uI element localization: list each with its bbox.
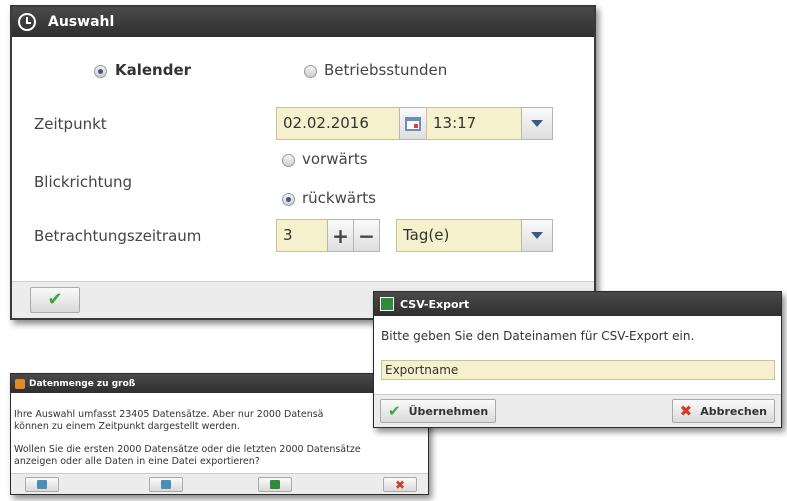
warning-icon — [15, 378, 25, 389]
chevron-down-icon — [531, 232, 543, 239]
checkmark-icon: ✔ — [388, 402, 401, 420]
ok-button[interactable]: ✔ — [30, 287, 80, 313]
excel-icon — [380, 297, 394, 311]
last-records-icon — [161, 480, 171, 489]
close-icon: ✖ — [679, 402, 693, 420]
datenmenge-footer: ✖ — [11, 473, 428, 494]
csv-title: CSV-Export — [400, 297, 470, 311]
label-kalender: Kalender — [115, 61, 192, 79]
csv-export-dialog: CSV-Export Bitte geben Sie den Dateiname… — [373, 291, 782, 428]
increment-button[interactable]: + — [327, 219, 354, 252]
csv-prompt: Bitte geben Sie den Dateinamen für CSV-E… — [381, 329, 695, 343]
first-records-icon — [37, 480, 47, 489]
label-vorwaerts: vorwärts — [302, 150, 368, 168]
message-line-2: können zu einem Zeitpunkt dargestellt we… — [14, 421, 240, 432]
auswahl-body: Kalender Betriebsstunden Zeitpunkt 02.02… — [12, 37, 594, 282]
time-input[interactable]: 13:17 — [426, 107, 522, 140]
clock-icon — [18, 13, 36, 31]
radio-rueckwaerts[interactable] — [282, 193, 295, 206]
cancel-button[interactable]: ✖ — [383, 477, 417, 492]
calendar-icon — [405, 116, 421, 131]
datenmenge-dialog: Datenmenge zu groß Ihre Auswahl umfasst … — [10, 373, 429, 495]
export-file-button[interactable] — [258, 477, 292, 492]
first-records-button[interactable] — [25, 477, 59, 492]
label-betriebsstunden: Betriebsstunden — [324, 61, 448, 79]
auswahl-titlebar[interactable]: Auswahl — [12, 7, 594, 37]
radio-vorwaerts[interactable] — [282, 154, 295, 167]
decrement-button[interactable]: − — [353, 219, 380, 252]
label-blickrichtung: Blickrichtung — [34, 173, 133, 191]
csv-titlebar[interactable]: CSV-Export — [374, 292, 781, 316]
unit-select[interactable]: Tag(e) — [396, 219, 522, 252]
excel-icon — [270, 480, 280, 489]
radio-betriebsstunden[interactable] — [304, 65, 317, 78]
zeitraum-input[interactable]: 3 — [276, 219, 328, 252]
last-records-button[interactable] — [149, 477, 183, 492]
close-icon: ✖ — [394, 477, 406, 492]
datenmenge-title: Datenmenge zu groß — [29, 378, 136, 389]
cancel-label: Abbrechen — [700, 404, 767, 418]
chevron-down-icon — [531, 120, 543, 127]
label-rueckwaerts: rückwärts — [302, 189, 376, 207]
csv-footer: ✔ Übernehmen ✖ Abbrechen — [374, 394, 781, 427]
apply-label: Übernehmen — [408, 404, 489, 418]
time-dropdown-button[interactable] — [521, 107, 553, 140]
auswahl-title: Auswahl — [48, 14, 115, 30]
radio-kalender[interactable] — [94, 65, 107, 78]
checkmark-icon: ✔ — [47, 289, 63, 310]
message-line-3: Wollen Sie die ersten 2000 Datensätze od… — [14, 444, 361, 455]
cancel-button[interactable]: ✖ Abbrechen — [671, 399, 775, 423]
calendar-button[interactable] — [399, 107, 427, 140]
unit-dropdown-button[interactable] — [521, 219, 553, 252]
message-line-4: anzeigen oder alle Daten in eine Datei e… — [14, 456, 260, 467]
datenmenge-titlebar[interactable]: Datenmenge zu groß — [11, 374, 428, 393]
date-input[interactable]: 02.02.2016 — [276, 107, 400, 140]
label-zeitpunkt: Zeitpunkt — [34, 115, 107, 133]
label-betrachtungszeitraum: Betrachtungszeitraum — [34, 227, 202, 245]
apply-button[interactable]: ✔ Übernehmen — [380, 399, 497, 423]
auswahl-dialog: Auswahl Kalender Betriebsstunden Zeitpun… — [10, 5, 596, 320]
filename-input[interactable]: Exportname — [381, 360, 775, 380]
message-line-1: Ihre Auswahl umfasst 23405 Datensätze. A… — [14, 409, 324, 420]
